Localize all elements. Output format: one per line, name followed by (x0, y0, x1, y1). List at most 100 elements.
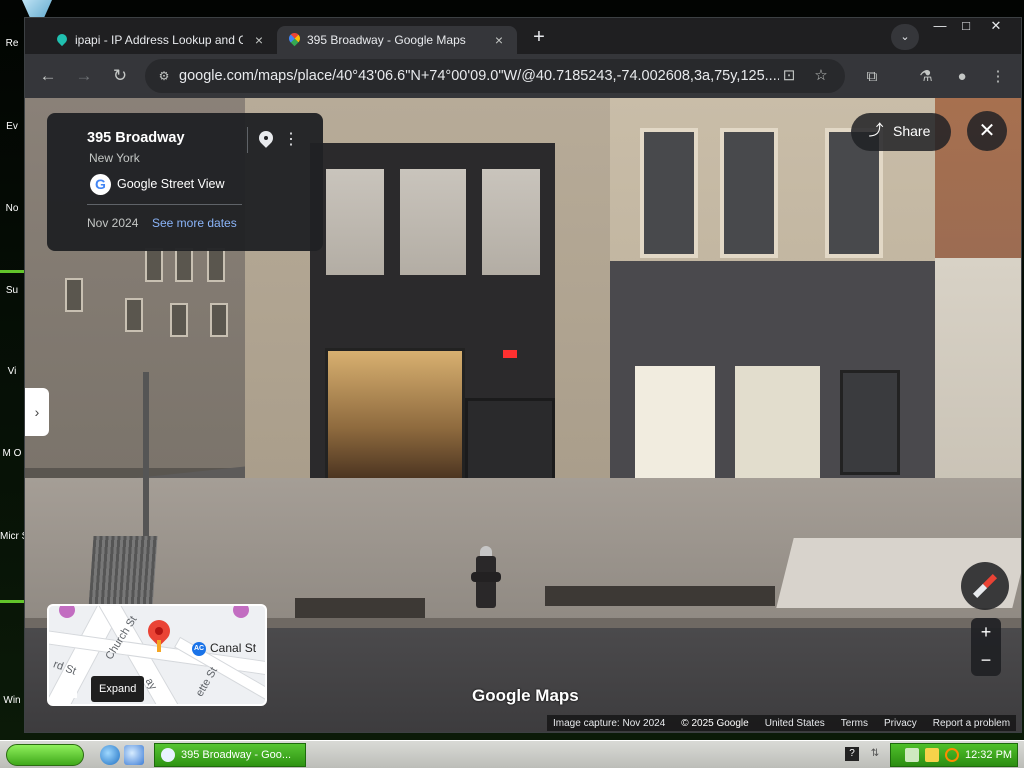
close-icon[interactable]: × (249, 30, 269, 50)
minimap[interactable]: Church St rd St ay ette St AC Canal St E… (47, 604, 267, 706)
attribution-bar: Image capture: Nov 2024 © 2025 Google Un… (547, 715, 1017, 731)
chrome-icon (161, 748, 175, 762)
search-icon[interactable] (945, 748, 959, 762)
copyright-text: © 2025 Google (681, 717, 749, 729)
profile-avatar-icon[interactable]: ● (949, 64, 975, 90)
more-options-icon[interactable]: ⋮ (283, 127, 299, 153)
report-problem-link[interactable]: Report a problem (933, 718, 1010, 729)
map-street-label: ette St (193, 665, 221, 699)
system-tray: 12:32 PM (890, 743, 1018, 767)
image-capture-text: Image capture: Nov 2024 (553, 717, 666, 729)
browser-toolbar: ← → ↻ ⚙ google.com/maps/place/40°43'06.6… (25, 54, 1021, 98)
sidewalk-grate (545, 586, 775, 606)
privacy-link[interactable]: Privacy (884, 718, 917, 729)
capture-date: Nov 2024 (87, 216, 139, 230)
new-tab-button[interactable]: + (525, 26, 553, 50)
desktop-glow-line (0, 270, 24, 273)
expand-side-panel-button[interactable]: › (25, 388, 49, 436)
install-app-icon[interactable]: ⊡ (777, 65, 801, 87)
location-pin-icon[interactable] (255, 127, 277, 153)
desktop-icon-label[interactable]: Re (0, 38, 24, 49)
zoom-out-button[interactable]: − (971, 646, 1001, 674)
browser-menu-button[interactable]: ⋮ (985, 64, 1011, 90)
site-info-icon[interactable]: ⚙ (153, 66, 175, 86)
poi-marker-icon[interactable] (233, 606, 249, 618)
exit-sign (503, 350, 517, 358)
tab-strip: ipapi - IP Address Lookup and Geo × 395 … (25, 18, 1021, 54)
taskbar: 395 Broadway - Goo... ? ⇅ 12:32 PM (0, 740, 1024, 768)
desktop-icon-label[interactable]: Micr Stu (0, 531, 24, 542)
tray-app-icon[interactable] (925, 748, 939, 762)
compass-icon[interactable] (961, 562, 1009, 610)
share-button[interactable]: ⤴ Share (851, 113, 951, 151)
terms-link[interactable]: Terms (841, 718, 868, 729)
gallery-door (840, 370, 900, 475)
browser-window: ipapi - IP Address Lookup and Geo × 395 … (24, 17, 1022, 733)
building-far-right (935, 98, 1021, 498)
divider (247, 127, 248, 153)
upper-window (323, 166, 387, 278)
share-icon: ⤴ (868, 122, 884, 139)
tab-title: 395 Broadway - Google Maps (307, 33, 466, 47)
help-icon[interactable]: ? (845, 747, 859, 761)
address-bar[interactable]: ⚙ google.com/maps/place/40°43'06.6"N+74°… (145, 59, 845, 93)
labs-flask-icon[interactable]: ⚗ (913, 64, 939, 90)
reload-button[interactable]: ↻ (107, 64, 133, 90)
taskbar-button-google-maps[interactable]: 395 Broadway - Goo... (154, 743, 306, 767)
tab-ipapi[interactable]: ipapi - IP Address Lookup and Geo × (45, 26, 277, 54)
desktop-icon-label[interactable]: Su (0, 285, 24, 296)
station-label: Canal St (210, 641, 257, 655)
location-pin-icon (54, 31, 70, 48)
divider (87, 204, 242, 205)
bookmark-star-icon[interactable]: ☆ (809, 65, 833, 87)
window-close-button[interactable]: ✕ (983, 18, 1009, 34)
taskbar-button-label: 395 Broadway - Goo... (181, 749, 292, 761)
gallery-window (635, 366, 715, 478)
upper-window (479, 166, 543, 278)
minimize-button[interactable]: — (927, 18, 953, 34)
expand-map-button[interactable] (55, 676, 79, 700)
trash-can (88, 536, 158, 608)
upper-window (397, 166, 469, 278)
back-button[interactable]: ← (35, 64, 61, 90)
tray-app-icon[interactable] (905, 748, 919, 762)
place-city: New York (89, 151, 140, 165)
desktop-icon-label[interactable]: No (0, 203, 24, 214)
desktop-icon-label[interactable]: Ev (0, 121, 24, 132)
zoom-controls: + − (971, 618, 1001, 676)
close-street-view-button[interactable]: ✕ (967, 111, 1007, 151)
google-maps-logo: Google Maps (472, 686, 579, 705)
tab-google-maps[interactable]: 395 Broadway - Google Maps × (277, 26, 517, 54)
internet-explorer-icon[interactable] (100, 745, 120, 765)
expand-tooltip: Expand (91, 676, 145, 702)
zoom-in-button[interactable]: + (971, 618, 1001, 646)
google-logo-icon: G (90, 174, 111, 195)
tab-title: ipapi - IP Address Lookup and Geo (75, 33, 243, 47)
url-text[interactable]: google.com/maps/place/40°43'06.6"N+74°00… (179, 59, 779, 93)
see-more-dates-link[interactable]: See more dates (152, 216, 237, 230)
desktop-icon-label[interactable]: Win (0, 695, 24, 706)
desktop-glow-line (0, 600, 24, 603)
place-name: 395 Broadway (87, 130, 185, 146)
system-clock: 12:32 PM (965, 749, 1013, 761)
location-info-card: 395 Broadway New York ⋮ G Google Street … (47, 113, 323, 251)
gallery-window (735, 366, 820, 478)
google-maps-icon (286, 30, 303, 48)
sidewalk-grate (295, 598, 425, 618)
region-link[interactable]: United States (765, 718, 825, 729)
desktop-icon-label[interactable]: M O (0, 448, 24, 459)
start-button[interactable] (6, 744, 84, 766)
tab-search-button[interactable]: ⌄ (891, 24, 919, 50)
network-icon[interactable]: ⇅ (868, 746, 882, 762)
maximize-button[interactable]: □ (953, 18, 979, 34)
imagery-source: Google Street View (117, 177, 225, 191)
extensions-icon[interactable]: ⧉ (859, 64, 885, 90)
fire-hydrant (471, 546, 501, 608)
close-icon[interactable]: × (489, 30, 509, 50)
desktop-icon-label[interactable]: Vi (0, 366, 24, 377)
desktop-shortcut-icon[interactable] (124, 745, 144, 765)
street-view-viewport[interactable]: 395 Broadway New York ⋮ G Google Street … (25, 98, 1021, 732)
share-label: Share (893, 123, 931, 139)
poi-marker-icon[interactable] (59, 606, 75, 618)
forward-button[interactable]: → (71, 64, 97, 90)
